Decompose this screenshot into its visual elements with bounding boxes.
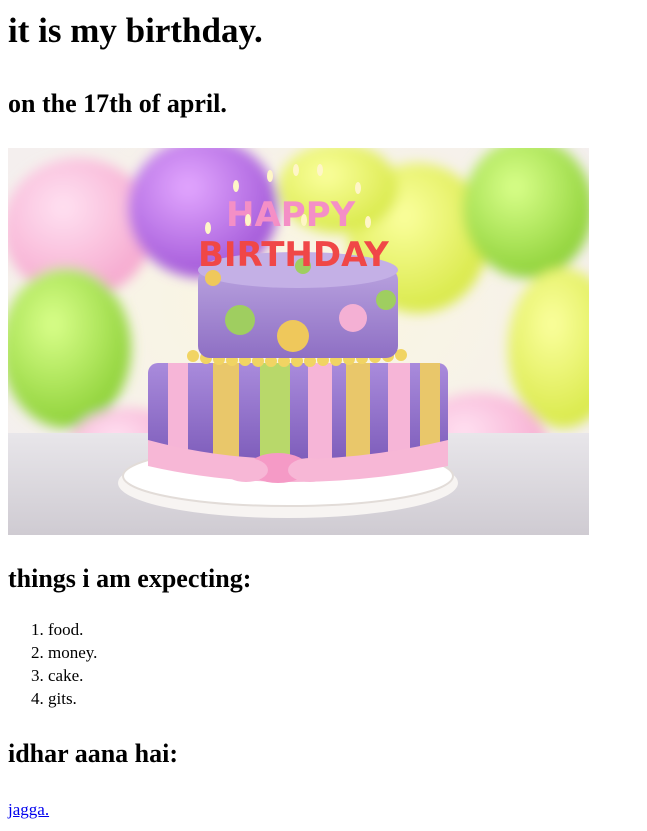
list-item: food. xyxy=(48,618,639,641)
list-item: cake. xyxy=(48,664,639,687)
expecting-list: food. money. cake. gits. xyxy=(8,618,639,710)
list-item: money. xyxy=(48,641,639,664)
birthday-cake-illustration: HAPPY BIRTHDAY xyxy=(8,148,589,535)
destination-link[interactable]: jagga. xyxy=(8,800,49,819)
candle-letters-happy: HAPPY xyxy=(226,195,356,235)
list-item: gits. xyxy=(48,687,639,710)
page-title: it is my birthday. xyxy=(8,11,263,50)
birthday-cake-image: HAPPY BIRTHDAY xyxy=(8,148,589,535)
page: it is my birthday. on the 17th of april. xyxy=(0,0,647,829)
page-subtitle: on the 17th of april. xyxy=(8,89,227,118)
candle-letters-birthday: BIRTHDAY xyxy=(198,235,389,275)
destination-heading: idhar aana hai: xyxy=(8,739,179,768)
destination-link-wrapper: jagga. xyxy=(8,798,639,821)
expecting-heading: things i am expecting: xyxy=(8,564,252,593)
